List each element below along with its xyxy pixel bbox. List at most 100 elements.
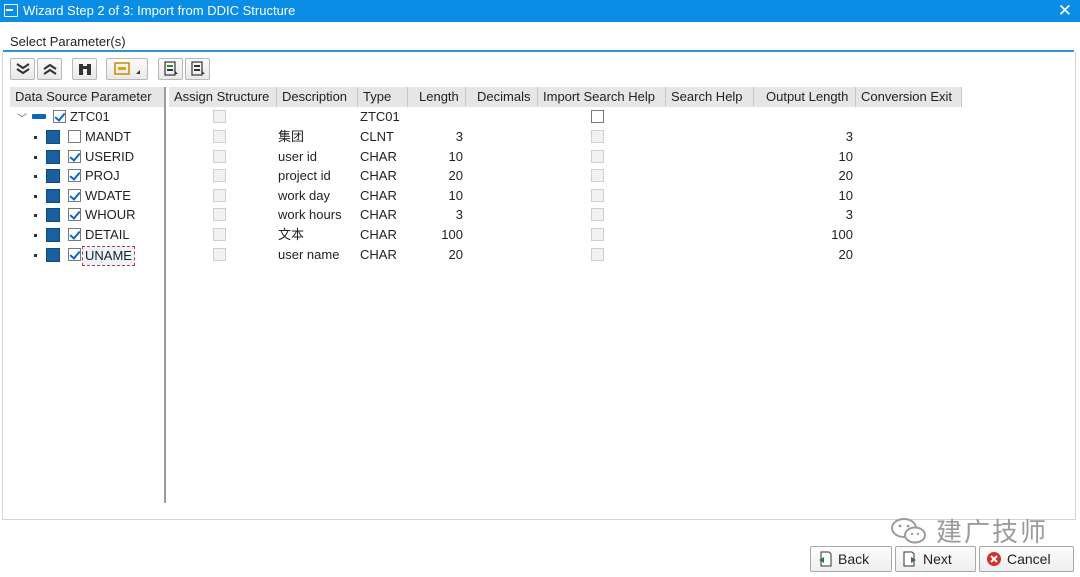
field-type: CHAR	[360, 207, 397, 223]
tree-leaf-bullet	[34, 136, 37, 139]
field-output-length: 100	[831, 227, 853, 242]
select-block-icon	[163, 61, 178, 76]
collapse-all-button[interactable]	[37, 58, 62, 80]
structure-menu-button[interactable]	[106, 58, 148, 80]
table-row: USERID user id CHAR 10 10	[0, 147, 1080, 167]
column-header-output-length[interactable]: Output Length	[754, 87, 856, 107]
tree-leaf-bullet	[34, 214, 37, 218]
field-output-length: 20	[838, 168, 853, 184]
collapse-all-icon	[42, 63, 57, 75]
column-header-search-help[interactable]: Search Help	[666, 87, 754, 107]
field-checkbox[interactable]	[68, 169, 81, 183]
column-header-type[interactable]: Type	[358, 87, 408, 107]
field-label[interactable]: WHOUR	[85, 206, 136, 224]
next-button[interactable]: Next	[895, 546, 976, 572]
field-type: CHAR	[360, 168, 397, 184]
field-checkbox[interactable]	[68, 130, 81, 143]
wechat-icon	[891, 517, 926, 543]
root-type: ZTC01	[360, 109, 400, 124]
field-description: work hours	[278, 207, 342, 223]
find-button[interactable]	[72, 58, 97, 80]
field-output-length: 10	[838, 148, 853, 164]
column-header-length[interactable]: Length	[408, 87, 466, 107]
window-icon	[4, 4, 18, 17]
field-description: 文本	[278, 227, 305, 242]
expand-all-button[interactable]	[10, 58, 35, 80]
tree-leaf-bullet	[34, 234, 37, 237]
field-checkbox[interactable]	[68, 247, 81, 261]
field-description: user id	[278, 148, 318, 164]
column-header-conversion-exit[interactable]: Conversion Exit	[856, 87, 962, 107]
column-header-import-search-help[interactable]: Import Search Help	[538, 87, 666, 107]
table-row: WDATE work day CHAR 10 10	[0, 186, 1080, 206]
field-label[interactable]: USERID	[85, 148, 134, 166]
field-description: project id	[278, 168, 331, 184]
field-label[interactable]: UNAME	[82, 245, 135, 266]
import-search-help-checkbox	[591, 247, 604, 261]
field-icon	[46, 247, 60, 262]
field-label[interactable]: PROJ	[85, 167, 120, 185]
structure-icon	[32, 114, 46, 119]
back-icon	[819, 551, 832, 567]
watermark: 建广技师	[890, 512, 1048, 549]
import-search-help-checkbox[interactable]	[591, 110, 604, 123]
field-length: 100	[441, 227, 463, 242]
field-checkbox[interactable]	[68, 188, 81, 202]
find-icon	[78, 64, 91, 75]
next-icon	[903, 551, 916, 567]
window-title: Wizard Step 2 of 3: Import from DDIC Str…	[23, 3, 296, 18]
tree-leaf-bullet	[34, 155, 37, 159]
field-checkbox[interactable]	[68, 149, 81, 163]
field-type: CHAR	[360, 246, 397, 262]
field-label[interactable]: MANDT	[85, 128, 131, 146]
field-label[interactable]: WDATE	[85, 187, 131, 205]
field-length: 20	[448, 168, 463, 184]
field-icon	[46, 188, 60, 203]
field-description: user name	[278, 246, 340, 262]
field-icon	[46, 149, 60, 164]
tree-leaf-bullet	[34, 253, 37, 257]
table-row: UNAME user name CHAR 20 20	[0, 245, 1080, 266]
field-checkbox[interactable]	[68, 228, 81, 241]
expand-all-icon	[15, 63, 30, 75]
column-header-decimals[interactable]: Decimals	[466, 87, 538, 107]
field-icon	[46, 169, 60, 184]
field-label[interactable]: DETAIL	[85, 226, 130, 244]
column-header-data-source-parameter[interactable]: Data Source Parameter	[10, 87, 165, 107]
field-output-length: 20	[838, 246, 853, 262]
column-header-assign-structure[interactable]: Assign Structure	[169, 87, 277, 107]
cancel-button[interactable]: Cancel	[979, 546, 1074, 572]
root-checkbox[interactable]	[53, 110, 66, 123]
field-description: work day	[278, 187, 331, 203]
field-checkbox[interactable]	[68, 208, 81, 222]
watermark-text: 建广技师	[936, 517, 1049, 547]
field-description: 集团	[278, 129, 305, 144]
close-icon[interactable]: ✕	[1058, 1, 1072, 21]
field-icon	[46, 208, 60, 223]
table-row: WHOUR work hours CHAR 3 3	[0, 205, 1080, 225]
tree-root-row: ﹀ ZTC01 ZTC01	[0, 107, 1080, 127]
collapse-chevron-icon[interactable]: ﹀	[17, 110, 27, 125]
next-label: Next	[923, 551, 952, 567]
table-row: DETAIL 文本 CHAR 100 100	[0, 225, 1080, 245]
field-type: CHAR	[360, 187, 397, 203]
deselect-block-button[interactable]	[185, 58, 210, 80]
field-icon	[46, 130, 60, 144]
select-block-button[interactable]	[158, 58, 183, 80]
field-type: CHAR	[360, 227, 397, 242]
assign-structure-checkbox	[213, 188, 226, 202]
field-output-length: 3	[845, 129, 853, 144]
table-row: MANDT 集团 CLNT 3 3	[0, 127, 1080, 147]
column-header-description[interactable]: Description	[277, 87, 358, 107]
field-length: 10	[448, 187, 463, 203]
field-length: 3	[455, 129, 463, 144]
group-label: Select Parameter(s)	[10, 34, 126, 49]
import-search-help-checkbox	[591, 228, 604, 241]
assign-structure-checkbox	[213, 149, 226, 163]
back-button[interactable]: Back	[810, 546, 892, 572]
field-output-length: 10	[838, 187, 853, 203]
field-length: 3	[455, 207, 463, 223]
field-length: 10	[448, 148, 463, 164]
title-bar: Wizard Step 2 of 3: Import from DDIC Str…	[0, 0, 1080, 22]
import-search-help-checkbox	[591, 130, 604, 143]
